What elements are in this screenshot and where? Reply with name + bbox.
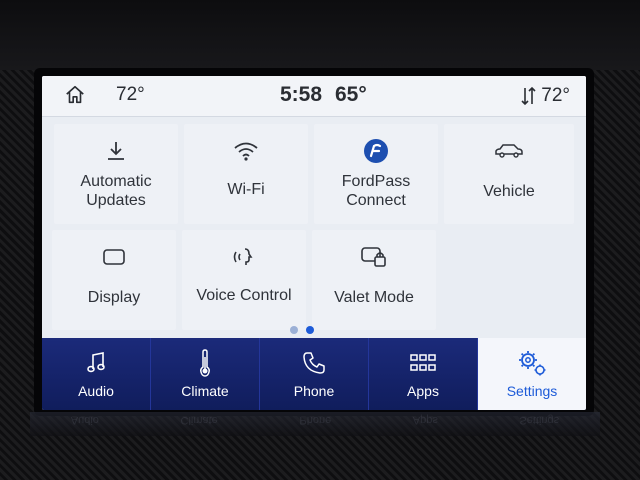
display-icon — [103, 249, 125, 265]
tile-label: Automatic Updates — [80, 173, 152, 209]
wifi-icon — [234, 142, 258, 161]
cabin-temp-right-control[interactable]: 72° — [521, 85, 570, 107]
bezel-top — [0, 0, 640, 70]
settings-gears-icon — [519, 351, 546, 376]
dock-apps[interactable]: Apps — [369, 338, 478, 410]
dock-phone[interactable]: Phone — [260, 338, 369, 410]
music-note-icon — [87, 352, 105, 373]
dock-label: Settings — [506, 383, 558, 399]
cabin-temp-left[interactable]: 72° — [116, 84, 145, 106]
fordpass-icon — [364, 139, 388, 163]
tile-wifi[interactable]: Wi-Fi — [184, 124, 308, 224]
reflection-text: Audio — [70, 414, 99, 426]
status-bar: 72° 5:58 65° 72° — [42, 76, 586, 117]
phone-icon — [303, 352, 325, 374]
dock-label: Climate — [181, 383, 229, 399]
dock-label: Apps — [407, 383, 439, 399]
tile-label: Valet Mode — [334, 289, 414, 306]
reflection-text: Phone — [299, 414, 332, 426]
thermometer-icon — [200, 349, 210, 377]
apps-grid-icon — [410, 354, 436, 371]
tile-automatic-updates[interactable]: Automatic Updates — [54, 124, 178, 224]
clock: 5:58 — [280, 83, 323, 106]
page-dot-1[interactable] — [290, 326, 298, 334]
dock-label: Audio — [78, 383, 114, 399]
valet-lock-icon — [361, 247, 386, 267]
download-icon — [108, 142, 124, 160]
sort-arrows-icon — [521, 86, 536, 106]
tile-fordpass-connect[interactable]: FordPass Connect — [314, 124, 438, 224]
tile-voice-control[interactable]: Voice Control — [182, 230, 306, 330]
tile-label: FordPass Connect — [341, 173, 411, 209]
reflection-text: Settings — [519, 414, 560, 426]
home-icon[interactable] — [64, 84, 86, 106]
car-icon — [495, 144, 523, 158]
outside-temp: 65° — [335, 83, 367, 106]
cabin-temp-right: 72° — [541, 85, 570, 106]
page-dot-2[interactable] — [306, 326, 314, 334]
dock-climate[interactable]: Climate — [151, 338, 260, 410]
settings-tiles: Automatic Updates Wi-Fi FordPass Connect… — [42, 116, 586, 336]
tile-display[interactable]: Display — [52, 230, 176, 330]
reflection-text: Apps — [412, 414, 438, 426]
reflection-text: Climate — [180, 414, 218, 426]
tile-label: Display — [87, 289, 141, 306]
tile-label: Voice Control — [196, 287, 292, 304]
voice-icon — [233, 248, 253, 265]
tile-valet-mode[interactable]: Valet Mode — [312, 230, 436, 330]
dock-settings[interactable]: Settings — [478, 338, 586, 410]
tile-vehicle[interactable]: Vehicle — [444, 124, 574, 224]
dock-label: Phone — [293, 383, 335, 399]
dock-audio[interactable]: Audio — [42, 338, 151, 410]
screen-reflection: Audio Climate Phone Apps Settings — [30, 412, 600, 436]
infotainment-screen: 72° 5:58 65° 72° Automatic Updates Wi-Fi… — [42, 76, 586, 410]
tile-label: Vehicle — [483, 183, 535, 200]
page-indicator — [290, 326, 314, 334]
bottom-dock: Audio Climate Phone Apps Settings — [42, 338, 586, 410]
tile-label: Wi-Fi — [227, 181, 265, 198]
